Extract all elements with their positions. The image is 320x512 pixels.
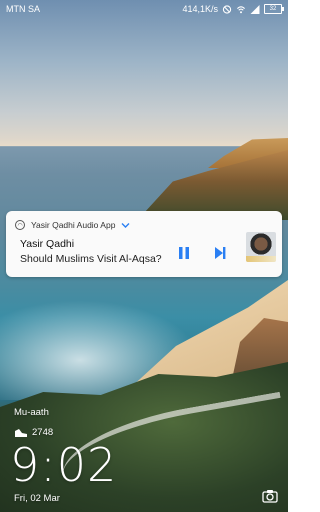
- lock-clock: 9:02: [10, 438, 118, 492]
- network-speed: 414,1K/s: [182, 4, 218, 14]
- dnd-icon: [222, 4, 232, 14]
- track-title: Should Muslims Visit Al-Aqsa?: [20, 253, 162, 265]
- signal-icon: [250, 4, 260, 14]
- skip-next-icon: [215, 247, 226, 259]
- skip-next-button[interactable]: [212, 245, 228, 261]
- track-artist: Yasir Qadhi: [20, 238, 75, 250]
- shoe-icon: [15, 428, 27, 437]
- lock-screen-label: Mu-aath: [14, 407, 49, 418]
- battery-level: 32: [269, 6, 277, 12]
- wallpaper-cliff: [128, 150, 288, 220]
- camera-icon[interactable]: [262, 489, 278, 503]
- app-name: Yasir Qadhi Audio App: [31, 220, 116, 230]
- media-notification[interactable]: ◠ Yasir Qadhi Audio App Yasir Qadhi Shou…: [6, 211, 282, 277]
- chevron-down-icon[interactable]: [121, 222, 130, 229]
- lock-date: Fri, 02 Mar: [14, 493, 60, 504]
- status-icons: 414,1K/s 32: [182, 4, 284, 14]
- battery-icon: 32: [264, 4, 284, 14]
- app-icon: ◠: [15, 220, 25, 230]
- pause-button[interactable]: [176, 245, 192, 261]
- step-count: 2748: [32, 427, 54, 438]
- status-bar: MTN SA 414,1K/s 32: [0, 0, 288, 18]
- pause-icon: [179, 247, 189, 259]
- step-counter: 2748: [14, 427, 53, 438]
- wifi-icon: [237, 5, 245, 13]
- album-thumbnail: [246, 232, 276, 262]
- notification-header: ◠ Yasir Qadhi Audio App: [15, 220, 130, 230]
- carrier-name: MTN SA: [6, 4, 41, 14]
